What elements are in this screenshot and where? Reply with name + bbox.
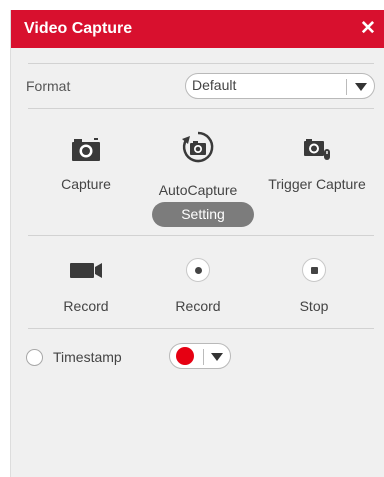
capture-label: Capture (61, 176, 111, 192)
format-selected-value: Default (192, 77, 237, 93)
timestamp-color-picker[interactable] (169, 343, 231, 369)
chevron-down-icon (355, 83, 367, 91)
stop-square (311, 267, 318, 274)
auto-capture-button[interactable]: AutoCapture (148, 130, 248, 198)
record-dot-icon (186, 258, 210, 282)
title-bar: Video Capture ✕ (11, 10, 384, 48)
trigger-capture-label: Trigger Capture (268, 176, 366, 192)
timestamp-radio[interactable] (26, 349, 43, 366)
window-title: Video Capture (24, 20, 133, 37)
stop-square-icon (302, 258, 326, 282)
color-swatch (176, 347, 194, 365)
divider (28, 328, 374, 329)
auto-capture-icon (182, 131, 214, 163)
trigger-capture-icon (304, 139, 330, 160)
format-select[interactable]: Default (185, 73, 375, 99)
trigger-capture-button[interactable]: Trigger Capture (257, 135, 377, 192)
divider (28, 235, 374, 236)
divider (28, 63, 374, 64)
capture-button[interactable]: Capture (46, 135, 126, 192)
record-label: Record (175, 298, 221, 314)
record-dot (195, 267, 202, 274)
video-capture-panel: Video Capture ✕ Format Default Capture A… (10, 10, 384, 477)
camera-icon (72, 138, 100, 161)
select-separator (346, 79, 347, 95)
picker-separator (203, 349, 204, 365)
auto-capture-label: AutoCapture (158, 182, 238, 198)
stop-label: Stop (299, 298, 329, 314)
close-button[interactable]: ✕ (357, 17, 379, 41)
stop-button[interactable]: Stop (274, 258, 354, 314)
record-button[interactable]: Record (158, 258, 238, 314)
record-video-button[interactable]: Record (46, 258, 126, 314)
video-camera-icon (70, 263, 102, 278)
timestamp-label: Timestamp (53, 349, 122, 365)
setting-button[interactable]: Setting (152, 202, 254, 227)
record-video-label: Record (63, 298, 109, 314)
format-label: Format (26, 78, 71, 94)
divider (28, 108, 374, 109)
chevron-down-icon (211, 353, 223, 361)
